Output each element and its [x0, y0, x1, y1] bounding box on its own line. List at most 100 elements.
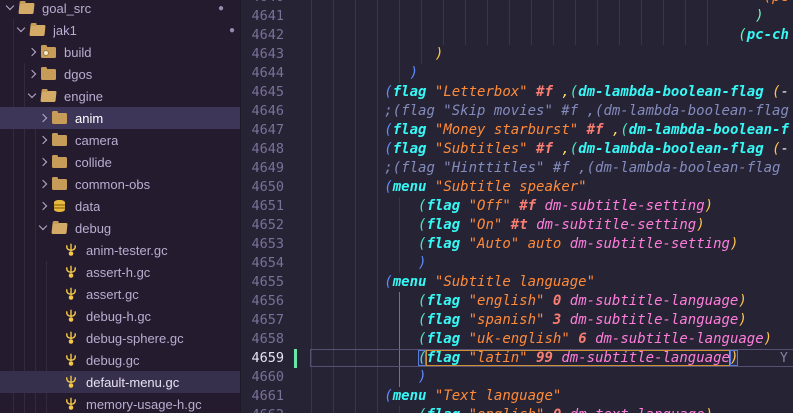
folder-icon	[52, 133, 69, 147]
line-number[interactable]: 4643	[241, 45, 284, 64]
chevron-down-icon[interactable]	[15, 24, 27, 36]
tree-item-assert-gc[interactable]: assert.gc	[0, 283, 240, 305]
code-line-4644[interactable]: 4644 )	[241, 64, 793, 83]
line-number[interactable]: 4656	[241, 292, 284, 311]
gc-file-icon	[64, 309, 78, 323]
gc-file-icon	[63, 331, 80, 345]
chevron-right-icon[interactable]	[37, 178, 49, 190]
line-number[interactable]: 4657	[241, 311, 284, 330]
gc-file-icon	[64, 287, 78, 301]
code-line-4648[interactable]: 4648 (flag "Subtitles" #f ,(dm-lambda-bo…	[241, 140, 793, 159]
line-number[interactable]: 4645	[241, 83, 284, 102]
folder-icon	[41, 67, 58, 81]
tree-item-assert-h-gc[interactable]: assert-h.gc	[0, 261, 240, 283]
tree-item-build[interactable]: build	[0, 41, 240, 63]
code-text: (flag "uk-english" 6 dm-subtitle-languag…	[300, 330, 772, 349]
code-line-4647[interactable]: 4647 (flag "Money starburst" #f ,(dm-lam…	[241, 121, 793, 140]
code-line-4649[interactable]: 4649 ;(flag "Hinttitles" #f ,(dm-lambda-…	[241, 159, 793, 178]
folder-icon	[52, 155, 69, 169]
line-number[interactable]: 4662	[241, 406, 284, 413]
line-number[interactable]: 4641	[241, 7, 284, 26]
folder-icon	[52, 177, 69, 191]
code-line-4652[interactable]: 4652 (flag "On" #t dm-subtitle-setting)	[241, 216, 793, 235]
database-folder-icon	[52, 199, 69, 213]
chevron-right-icon[interactable]	[37, 156, 49, 168]
tree-item-debug[interactable]: debug●	[0, 217, 240, 239]
tree-item-dgos[interactable]: dgos	[0, 63, 240, 85]
code-line-4640[interactable]: 4640 (pc	[241, 0, 793, 7]
tree-item-label: camera	[75, 133, 118, 148]
code-line-4651[interactable]: 4651 (flag "Off" #f dm-subtitle-setting)	[241, 197, 793, 216]
line-number[interactable]: 4642	[241, 26, 284, 45]
line-number[interactable]: 4655	[241, 273, 284, 292]
code-line-4642[interactable]: 4642 (pc-ch	[241, 26, 793, 45]
code-line-4661[interactable]: 4661 (menu "Text language"	[241, 387, 793, 406]
line-number[interactable]: 4652	[241, 216, 284, 235]
chevron-right-icon[interactable]	[37, 112, 49, 124]
tree-item-debug-sphere-gc[interactable]: debug-sphere.gc	[0, 327, 240, 349]
line-number[interactable]: 4644	[241, 64, 284, 83]
chevron-down-icon[interactable]	[37, 222, 49, 234]
gc-file-icon	[63, 287, 80, 301]
tree-item-anim[interactable]: anim	[0, 107, 240, 129]
line-number[interactable]: 4647	[241, 121, 284, 140]
chevron-right-icon[interactable]	[37, 200, 49, 212]
line-number[interactable]: 4648	[241, 140, 284, 159]
tree-item-camera[interactable]: camera	[0, 129, 240, 151]
tree-item-label: anim	[75, 111, 103, 126]
code-line-4653[interactable]: 4653 (flag "Auto" auto dm-subtitle-setti…	[241, 235, 793, 254]
code-line-4650[interactable]: 4650 (menu "Subtitle speaker"	[241, 178, 793, 197]
code-line-4662[interactable]: 4662 (flag "english" 0 dm-text-language)	[241, 406, 793, 413]
code-text: )	[300, 254, 426, 273]
tree-item-anim-tester-gc[interactable]: anim-tester.gc	[0, 239, 240, 261]
code-line-4646[interactable]: 4646 ;(flag "Skip movies" #f ,(dm-lambda…	[241, 102, 793, 121]
line-number[interactable]: 4660	[241, 368, 284, 387]
tree-item-label: build	[64, 45, 91, 60]
code-line-4641[interactable]: 4641 )	[241, 7, 793, 26]
code-line-4643[interactable]: 4643 )	[241, 45, 793, 64]
tree-item-default-menu-gc[interactable]: default-menu.gcM	[0, 371, 240, 393]
line-number[interactable]: 4650	[241, 178, 284, 197]
tree-item-common-obs[interactable]: common-obs	[0, 173, 240, 195]
line-number[interactable]: 4640	[241, 0, 284, 7]
folder-open-icon	[52, 221, 69, 235]
chevron-down-icon[interactable]	[4, 2, 16, 14]
tree-item-debug-h-gc[interactable]: debug-h.gc	[0, 305, 240, 327]
code-line-4655[interactable]: 4655 (menu "Subtitle language"	[241, 273, 793, 292]
code-line-4654[interactable]: 4654 )	[241, 254, 793, 273]
code-text: )	[300, 45, 443, 64]
code-line-4656[interactable]: 4656 (flag "english" 0 dm-subtitle-langu…	[241, 292, 793, 311]
code-line-4658[interactable]: 4658 (flag "uk-english" 6 dm-subtitle-la…	[241, 330, 793, 349]
code-text: (flag "english" 0 dm-subtitle-language)	[300, 292, 747, 311]
code-line-4645[interactable]: 4645 (flag "Letterbox" #f ,(dm-lambda-bo…	[241, 83, 793, 102]
code-text: )	[300, 368, 426, 387]
tree-item-label: common-obs	[75, 177, 150, 192]
tree-item-debug-gc[interactable]: debug.gc	[0, 349, 240, 371]
chevron-right-icon[interactable]	[37, 134, 49, 146]
tree-item-label: memory-usage-h.gc	[86, 397, 202, 412]
line-number[interactable]: 4661	[241, 387, 284, 406]
line-number[interactable]: 4659	[241, 349, 284, 368]
line-number[interactable]: 4649	[241, 159, 284, 178]
code-line-4660[interactable]: 4660 )	[241, 368, 793, 387]
chevron-right-icon[interactable]	[26, 46, 38, 58]
chevron-spacer	[48, 398, 60, 410]
chevron-down-icon[interactable]	[26, 90, 38, 102]
tree-item-goal_src[interactable]: goal_src●	[0, 0, 240, 19]
code-line-4659[interactable]: 4659 (flag "latin" 99 dm-subtitle-langua…	[241, 349, 793, 368]
line-number[interactable]: 4654	[241, 254, 284, 273]
gc-file-icon	[63, 397, 80, 411]
chevron-right-icon[interactable]	[26, 68, 38, 80]
line-number[interactable]: 4658	[241, 330, 284, 349]
code-text: (menu "Subtitle speaker"	[300, 178, 587, 197]
tree-item-memory-usage-h-gc[interactable]: memory-usage-h.gc	[0, 393, 240, 413]
tree-item-jak1[interactable]: jak1●	[0, 19, 240, 41]
code-text: (pc	[300, 0, 789, 7]
tree-item-data[interactable]: data	[0, 195, 240, 217]
line-number[interactable]: 4651	[241, 197, 284, 216]
line-number[interactable]: 4646	[241, 102, 284, 121]
tree-item-engine[interactable]: engine●	[0, 85, 240, 107]
tree-item-collide[interactable]: collide	[0, 151, 240, 173]
code-line-4657[interactable]: 4657 (flag "spanish" 3 dm-subtitle-langu…	[241, 311, 793, 330]
line-number[interactable]: 4653	[241, 235, 284, 254]
